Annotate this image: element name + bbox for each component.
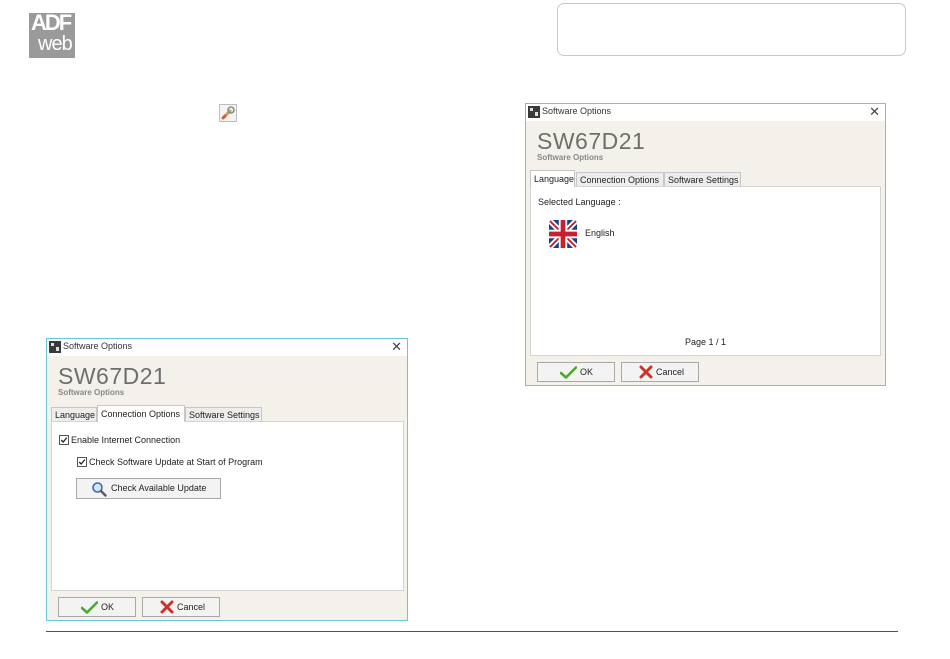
footer-rule (46, 631, 898, 632)
ok-button[interactable]: OK (58, 597, 136, 617)
dialog-titlebar: Software Options ✕ (526, 104, 885, 121)
app-icon (528, 106, 540, 118)
checkmark-icon (560, 366, 577, 379)
check-available-update-label: Check Available Update (111, 483, 207, 493)
adfweb-logo: ADF web (29, 13, 75, 58)
tab-connection-options[interactable]: Connection Options (576, 172, 664, 186)
software-options-dialog-language: Software Options ✕ SW67D21 Software Opti… (525, 103, 886, 386)
header-title-box (557, 3, 906, 56)
dialog-titlebar: Software Options ✕ (47, 339, 407, 356)
app-icon (49, 341, 61, 353)
cancel-button[interactable]: Cancel (621, 362, 699, 382)
tab-language[interactable]: Language (51, 407, 97, 421)
cancel-button-label: Cancel (177, 602, 206, 612)
ok-button[interactable]: OK (537, 362, 615, 382)
product-name: SW67D21 (537, 128, 646, 154)
cancel-button-label: Cancel (656, 367, 685, 377)
cancel-button[interactable]: Cancel (142, 597, 220, 617)
language-name[interactable]: English (585, 228, 615, 238)
tab-connection-options[interactable]: Connection Options (97, 405, 185, 422)
tab-language[interactable]: Language (530, 170, 575, 187)
ok-button-label: OK (101, 602, 115, 612)
check-update-start-checkbox[interactable] (77, 457, 87, 467)
close-icon[interactable]: ✕ (391, 339, 402, 355)
logo-text-bottom: web (38, 33, 73, 55)
dialog-subtitle: Software Options (537, 153, 604, 162)
dialog-title: Software Options (542, 106, 612, 116)
language-panel: Selected Language : English Page 1 / 1 (530, 186, 881, 356)
page-indicator: Page 1 / 1 (685, 337, 727, 347)
magnifier-icon (92, 482, 107, 497)
software-options-dialog-connection: Software Options ✕ SW67D21 Software Opti… (46, 338, 408, 621)
connection-panel: Enable Internet Connection Check Softwar… (51, 421, 404, 591)
tab-software-settings[interactable]: Software Settings (664, 172, 741, 186)
uk-flag-icon[interactable] (549, 220, 577, 248)
check-update-start-label: Check Software Update at Start of Progra… (89, 457, 263, 467)
close-icon[interactable]: ✕ (869, 104, 880, 120)
tab-software-settings[interactable]: Software Settings (185, 407, 262, 421)
checkmark-icon (81, 601, 98, 614)
dialog-title: Software Options (63, 341, 133, 351)
selected-language-label: Selected Language : (538, 197, 621, 207)
wrench-icon (219, 104, 237, 122)
product-name: SW67D21 (58, 363, 167, 389)
cross-icon (160, 600, 174, 614)
cross-icon (639, 365, 653, 379)
enable-internet-label: Enable Internet Connection (71, 435, 181, 445)
enable-internet-checkbox[interactable] (59, 435, 69, 445)
ok-button-label: OK (580, 367, 594, 377)
dialog-subtitle: Software Options (58, 388, 125, 397)
check-available-update-button[interactable]: Check Available Update (76, 478, 221, 499)
